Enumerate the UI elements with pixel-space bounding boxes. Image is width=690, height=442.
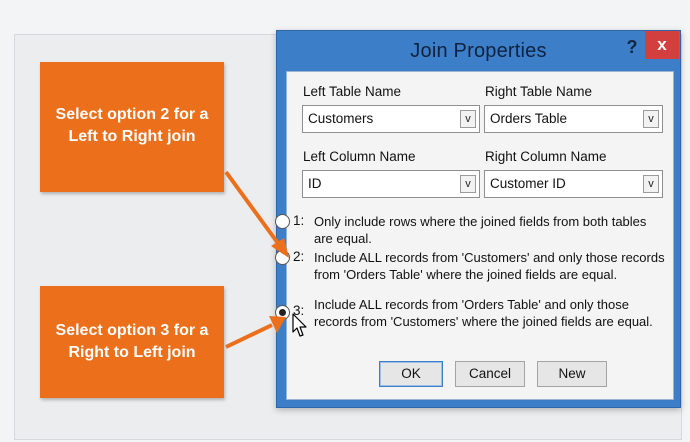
mouse-cursor-icon	[292, 313, 307, 337]
arrow-to-option-2	[224, 170, 289, 258]
callout-arrows	[224, 170, 289, 349]
arrow-to-option-3	[225, 316, 286, 349]
